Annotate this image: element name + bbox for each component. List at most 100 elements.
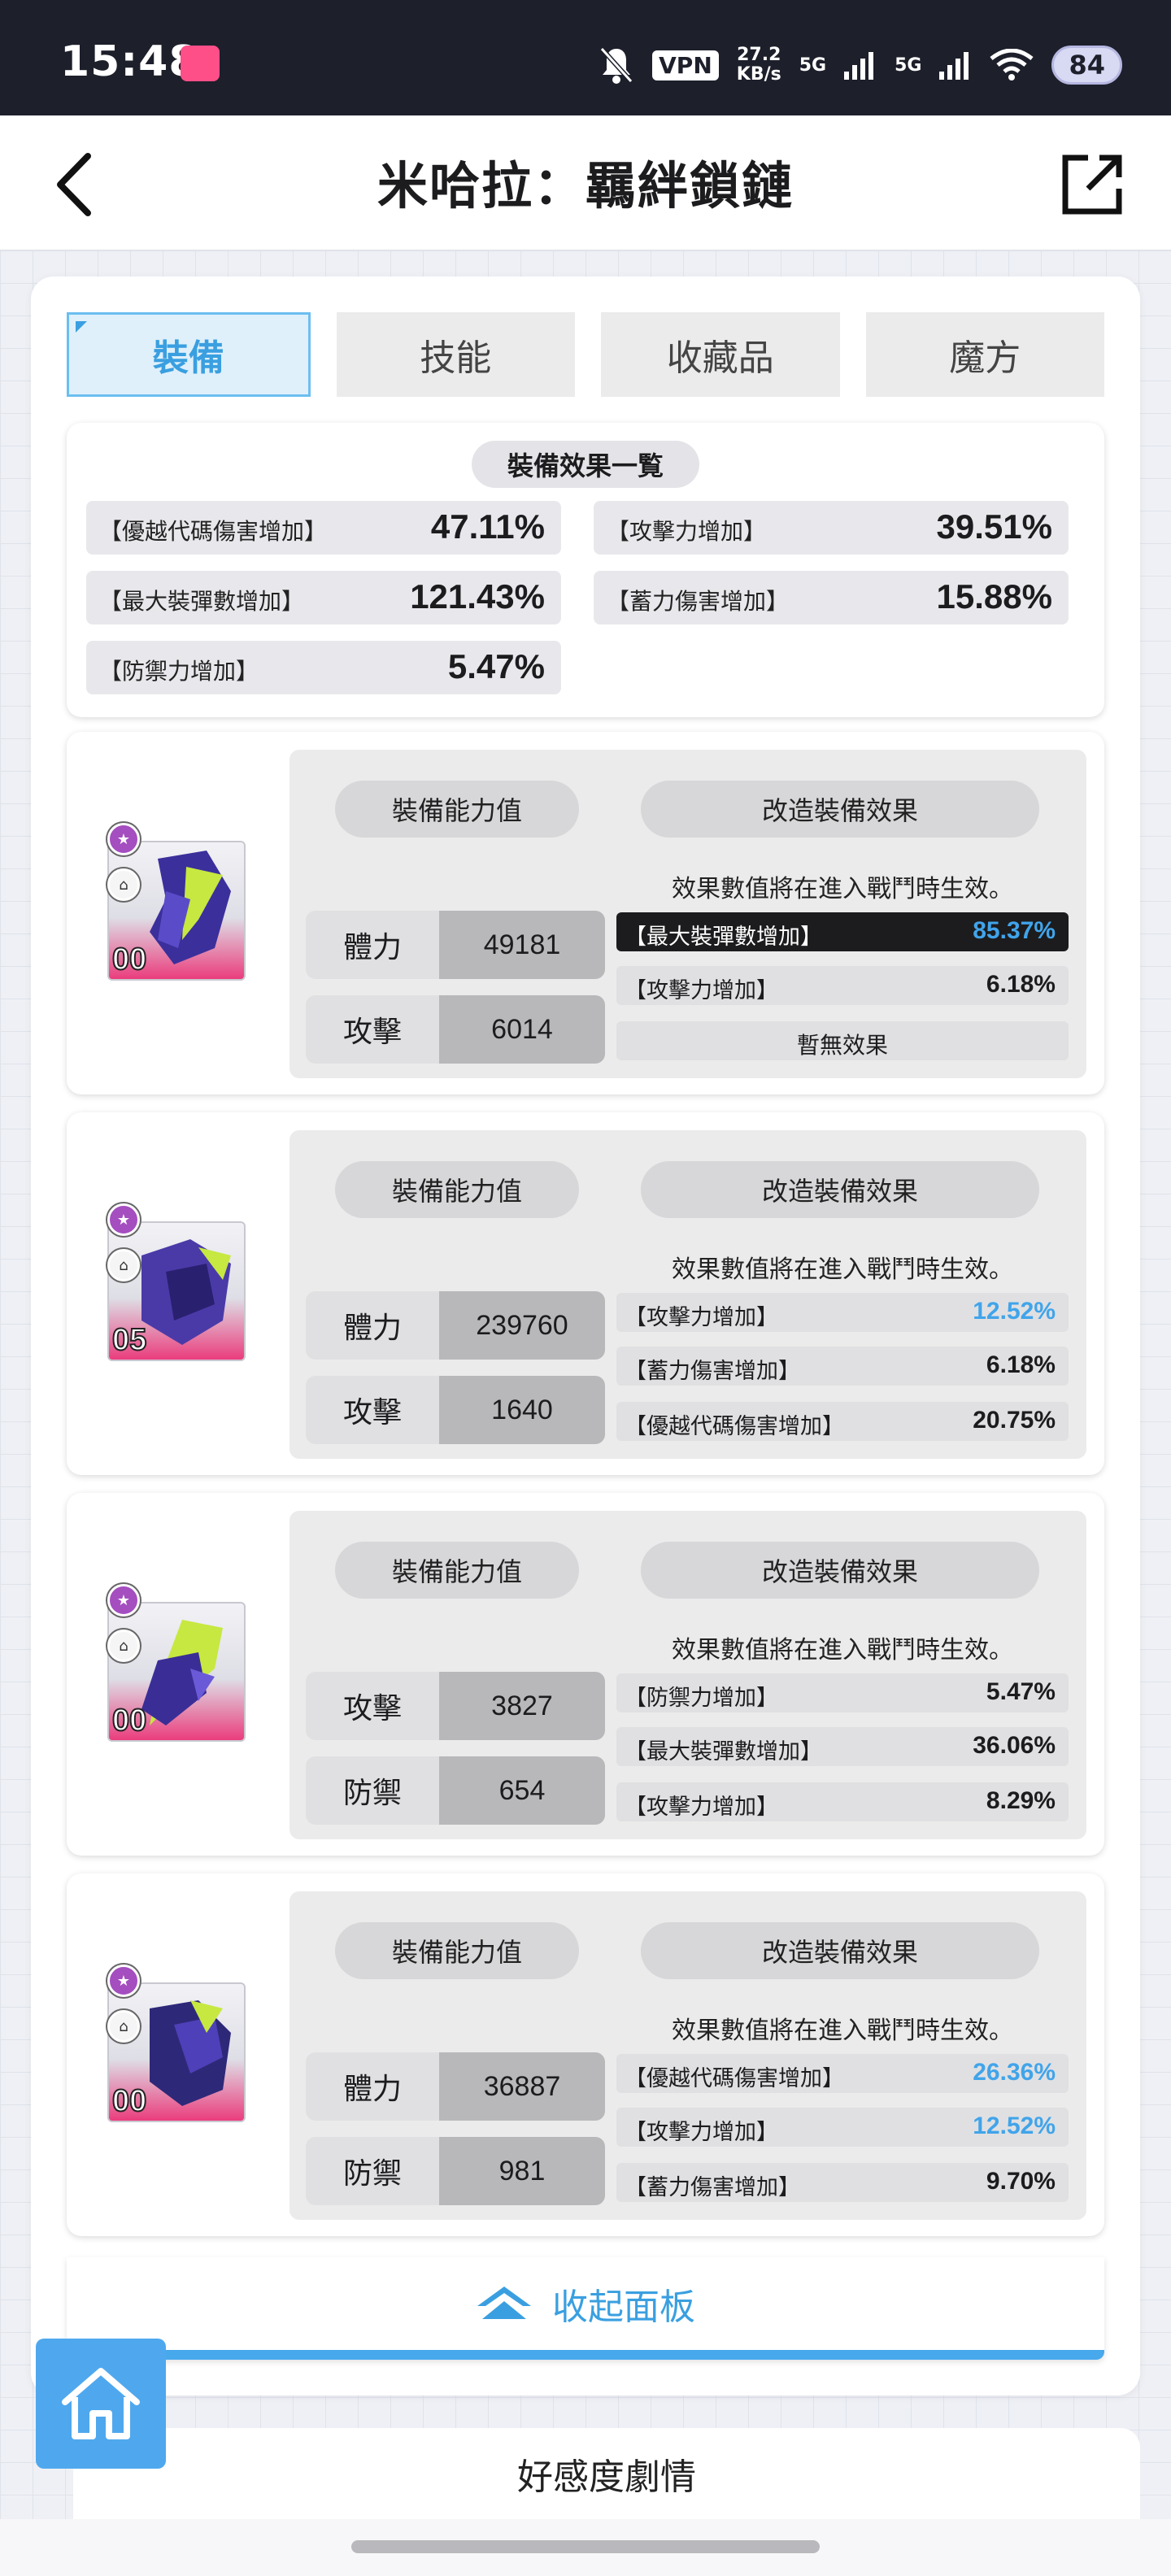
signal-label-2: 5G	[895, 54, 922, 76]
equipment-detail-panel: 裝備能力值 改造裝備效果 體力 36887 防禦 981 效果數值將在進入戰鬥時…	[289, 1891, 1086, 2220]
mod-value: 85.37%	[973, 917, 1056, 944]
vpn-badge: VPN	[652, 50, 719, 80]
mod-value: 36.06%	[973, 1732, 1056, 1759]
class-badge-icon: ⌂	[107, 1249, 140, 1281]
equipment-level: 00	[111, 2083, 147, 2119]
stat-value: 49181	[439, 911, 605, 979]
network-speed: 27.2 KB/s	[737, 46, 781, 85]
mod-empty-label: 暫無效果	[796, 1032, 888, 1059]
status-indicators: VPN 27.2 KB/s 5G 5G 84	[599, 41, 1122, 89]
mods-title: 改造裝備效果	[641, 1922, 1039, 1979]
stat-value: 1640	[439, 1376, 605, 1444]
mod-label: 【優越代碼傷害增加】	[625, 2066, 844, 2091]
effect-note: 效果數值將在進入戰鬥時生效。	[672, 875, 1013, 903]
home-button[interactable]	[36, 2339, 166, 2469]
collapse-panel-button[interactable]: 收起面板	[67, 2257, 1104, 2360]
tab-collectibles[interactable]: 收藏品	[601, 312, 840, 397]
rarity-badge-icon: ★	[107, 1203, 140, 1236]
mod-label: 【蓄力傷害增加】	[625, 1359, 800, 1384]
mod-row: 【優越代碼傷害增加】 20.75%	[616, 1402, 1069, 1441]
mod-label: 【優越代碼傷害增加】	[625, 1414, 844, 1439]
summary-label: 【防禦力增加】	[99, 658, 259, 685]
mod-row: 【蓄力傷害增加】 9.70%	[616, 2163, 1069, 2202]
signal-icon	[844, 52, 874, 80]
tab-equipment[interactable]: 裝備	[67, 312, 311, 397]
class-badge-icon: ⌂	[107, 868, 140, 901]
mod-label: 【蓄力傷害增加】	[625, 2175, 800, 2200]
mod-label: 【攻擊力增加】	[625, 1305, 778, 1330]
summary-label: 【優越代碼傷害增加】	[99, 518, 328, 545]
equipment-level: 00	[111, 942, 147, 977]
equipment-detail-panel: 裝備能力值 改造裝備效果 攻擊 3827 防禦 654 效果數值將在進入戰鬥時生…	[289, 1511, 1086, 1839]
page-title: 米哈拉：羈絆鎖鏈	[377, 156, 794, 215]
stat-name: 防禦	[306, 1756, 439, 1825]
tab-skills[interactable]: 技能	[336, 312, 575, 397]
stat-row: 防禦 981	[306, 2137, 605, 2205]
mod-label: 【最大裝彈數增加】	[625, 925, 822, 950]
share-button[interactable]	[1059, 151, 1125, 218]
mods-title: 改造裝備效果	[641, 1542, 1039, 1599]
home-indicator-bar[interactable]	[351, 2540, 820, 2553]
stat-name: 體力	[306, 911, 439, 979]
mod-row: 【攻擊力增加】 12.52%	[616, 2108, 1069, 2147]
equipment-card[interactable]: 00 ★ ⌂ 裝備能力值 改造裝備效果 體力 36887 防禦 981 效果數值…	[67, 1873, 1104, 2236]
summary-value: 121.43%	[410, 577, 545, 616]
mod-row: 【攻擊力增加】 12.52%	[616, 1293, 1069, 1332]
stat-value: 981	[439, 2137, 605, 2205]
stat-row: 攻擊 3827	[306, 1672, 605, 1740]
equipment-image: 00	[107, 1602, 246, 1742]
summary-value: 47.11%	[430, 507, 545, 546]
stat-value: 654	[439, 1756, 605, 1825]
summary-title: 裝備效果一覧	[472, 441, 699, 488]
stat-row: 防禦 654	[306, 1756, 605, 1825]
status-bar: 15:48 VPN 27.2 KB/s 5G 5G 84	[0, 0, 1171, 115]
mod-row: 【防禦力增加】 5.47%	[616, 1673, 1069, 1712]
tab-bar: 裝備 技能 收藏品 魔方	[67, 312, 1104, 397]
stat-name: 防禦	[306, 2137, 439, 2205]
mod-value: 12.52%	[973, 1298, 1056, 1325]
equipment-level: 05	[111, 1322, 147, 1358]
stat-name: 攻擊	[306, 1672, 439, 1740]
double-chevron-up-icon	[477, 2287, 531, 2319]
summary-label: 【最大裝彈數增加】	[99, 588, 305, 615]
affection-story-label: 好感度劇情	[517, 2456, 696, 2498]
equipment-card[interactable]: 05 ★ ⌂ 裝備能力值 改造裝備效果 體力 239760 攻擊 1640 效果…	[67, 1112, 1104, 1475]
bilibili-app-icon	[181, 46, 220, 81]
stat-value: 239760	[439, 1291, 605, 1360]
summary-row: 【攻擊力增加】 39.51%	[594, 501, 1069, 555]
wifi-icon	[990, 49, 1034, 80]
app-header: 米哈拉：羈絆鎖鏈	[0, 115, 1171, 250]
equipment-image: 00	[107, 1982, 246, 2122]
stat-row: 攻擊 1640	[306, 1376, 605, 1444]
stats-title: 裝備能力值	[335, 1922, 579, 1979]
equipment-card[interactable]: 00 ★ ⌂ 裝備能力值 改造裝備效果 攻擊 3827 防禦 654 效果數值將…	[67, 1493, 1104, 1856]
stat-value: 6014	[439, 995, 605, 1064]
equipment-panel-card: 裝備 技能 收藏品 魔方 裝備效果一覧 【優越代碼傷害增加】 47.11% 【攻…	[31, 276, 1140, 2395]
stat-row: 體力 239760	[306, 1291, 605, 1360]
external-link-icon	[1062, 154, 1122, 215]
affection-story-section[interactable]: 好感度劇情	[73, 2428, 1140, 2519]
tab-cube[interactable]: 魔方	[865, 312, 1104, 397]
summary-row: 【蓄力傷害增加】 15.88%	[594, 571, 1069, 624]
summary-value: 39.51%	[936, 507, 1052, 546]
equipment-image: 05	[107, 1221, 246, 1361]
equipment-image: 00	[107, 841, 246, 981]
mod-value: 12.52%	[973, 2113, 1056, 2139]
mod-label: 【攻擊力增加】	[625, 2120, 778, 2145]
effect-note: 效果數值將在進入戰鬥時生效。	[672, 1636, 1013, 1664]
summary-row: 【優越代碼傷害增加】 47.11%	[86, 501, 561, 555]
summary-label: 【蓄力傷害增加】	[607, 588, 790, 615]
equipment-card[interactable]: 00 ★ ⌂ 裝備能力值 改造裝備效果 體力 49181 攻擊 6014 效果數…	[67, 732, 1104, 1094]
mod-value: 26.36%	[973, 2059, 1056, 2086]
summary-row: 【防禦力增加】 5.47%	[86, 641, 561, 694]
mod-label: 【攻擊力增加】	[625, 1795, 778, 1820]
summary-value: 5.47%	[447, 647, 545, 685]
equipment-detail-panel: 裝備能力值 改造裝備效果 體力 239760 攻擊 1640 效果數值將在進入戰…	[289, 1130, 1086, 1459]
class-badge-icon: ⌂	[107, 2010, 140, 2043]
mod-value: 6.18%	[986, 1351, 1056, 1378]
stat-row: 體力 49181	[306, 911, 605, 979]
mod-value: 9.70%	[986, 2168, 1056, 2195]
summary-value: 15.88%	[936, 577, 1052, 616]
class-badge-icon: ⌂	[107, 1630, 140, 1662]
mods-title: 改造裝備效果	[641, 781, 1039, 838]
